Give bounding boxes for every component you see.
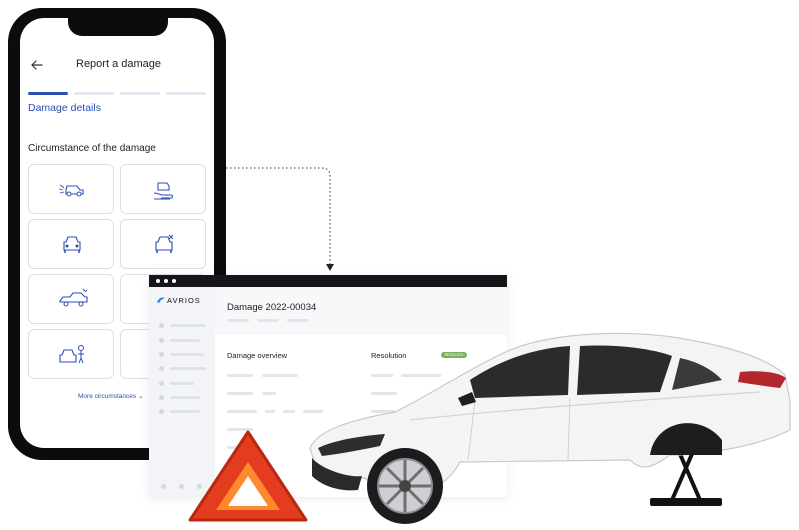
text-placeholder bbox=[227, 428, 253, 431]
text-placeholder bbox=[371, 374, 393, 377]
meta-placeholder bbox=[287, 319, 309, 322]
sidebar-item[interactable] bbox=[159, 352, 209, 358]
sidebar-item[interactable] bbox=[159, 323, 209, 329]
sidebar-footer bbox=[159, 484, 209, 490]
brand-name: AVRIOS bbox=[167, 296, 201, 305]
text-placeholder bbox=[283, 410, 295, 413]
status-badge: RESOLVED bbox=[441, 352, 467, 358]
desktop-window: AVRIOS Damage 2022-00034 Damage overview… bbox=[149, 275, 507, 497]
text-placeholder bbox=[262, 374, 298, 377]
meta-placeholder bbox=[257, 319, 279, 322]
sidebar-item[interactable] bbox=[159, 366, 209, 372]
damage-title: Damage 2022-00034 bbox=[227, 302, 317, 313]
sidebar-item[interactable] bbox=[159, 338, 209, 344]
avrios-logo-icon bbox=[157, 297, 165, 303]
text-placeholder bbox=[265, 410, 275, 413]
damage-header: Damage 2022-00034 bbox=[215, 287, 507, 335]
text-placeholder bbox=[227, 392, 253, 395]
damage-overview-title: Damage overview bbox=[227, 351, 288, 360]
window-dot[interactable] bbox=[156, 279, 160, 283]
window-dot[interactable] bbox=[172, 279, 176, 283]
text-placeholder bbox=[401, 374, 441, 377]
sidebar: AVRIOS bbox=[149, 287, 215, 497]
text-placeholder bbox=[303, 410, 323, 413]
sidebar-item[interactable] bbox=[159, 409, 209, 415]
window-dot[interactable] bbox=[164, 279, 168, 283]
window-titlebar bbox=[149, 275, 507, 287]
sidebar-item[interactable] bbox=[159, 395, 209, 401]
meta-placeholder bbox=[227, 319, 249, 322]
text-placeholder bbox=[371, 392, 397, 395]
sidebar-item[interactable] bbox=[159, 381, 209, 387]
text-placeholder bbox=[371, 410, 395, 413]
text-placeholder bbox=[227, 446, 257, 449]
text-placeholder bbox=[262, 392, 276, 395]
text-placeholder bbox=[227, 374, 253, 377]
text-placeholder bbox=[227, 410, 257, 413]
resolution-title: Resolution bbox=[371, 351, 407, 360]
